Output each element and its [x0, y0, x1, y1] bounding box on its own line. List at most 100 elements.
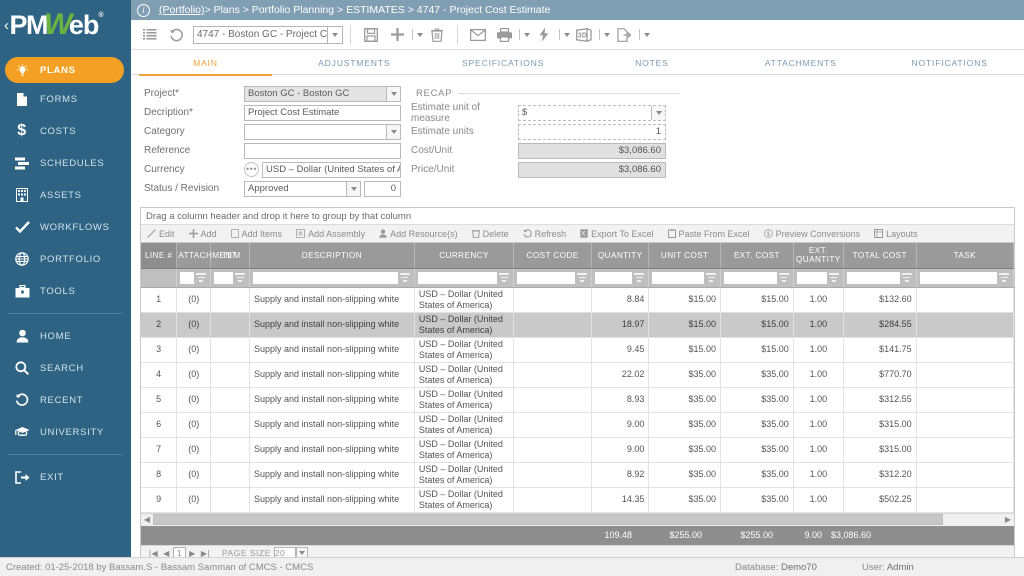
- cell-ext-quantity[interactable]: 1.00: [793, 287, 844, 313]
- cell-total-cost[interactable]: $770.70: [843, 362, 917, 388]
- filter-cell-description[interactable]: [249, 268, 415, 288]
- table-row[interactable]: 4 (0) Supply and install non-slipping whit…: [141, 362, 1015, 388]
- cell-line[interactable]: 8: [141, 462, 178, 488]
- cell-task[interactable]: [916, 487, 1015, 513]
- filter-input[interactable]: [253, 271, 398, 284]
- status-chevron-down-icon[interactable]: [346, 181, 360, 196]
- cell-task[interactable]: [916, 362, 1015, 388]
- filter-cell-item[interactable]: [210, 268, 251, 288]
- filter-cell-total-cost[interactable]: [843, 268, 917, 288]
- grid-preview-conversions-button[interactable]: $ Preview Conversions: [763, 229, 860, 239]
- column-header-cost-code[interactable]: COST CODE: [513, 243, 593, 269]
- cell-attachment[interactable]: (0): [176, 387, 212, 413]
- cell-task[interactable]: [916, 312, 1015, 338]
- cell-task[interactable]: [916, 337, 1015, 363]
- filter-icon[interactable]: [778, 272, 790, 283]
- cell-quantity[interactable]: 8.92: [591, 462, 650, 488]
- pmweb-logo[interactable]: ‹ PM Web ®: [0, 0, 131, 50]
- cell-description[interactable]: Supply and install non-slipping white: [249, 362, 415, 388]
- cell-unit-cost[interactable]: $35.00: [648, 487, 722, 513]
- filter-icon[interactable]: [577, 272, 588, 283]
- filter-cell-currency[interactable]: [414, 268, 515, 288]
- filter-icon[interactable]: [999, 272, 1010, 283]
- table-row[interactable]: 3 (0) Supply and install non-slipping whit…: [141, 337, 1015, 363]
- filter-cell-cost-code[interactable]: [513, 268, 593, 288]
- filter-input[interactable]: [517, 271, 576, 284]
- cell-attachment[interactable]: (0): [176, 412, 212, 438]
- cell-total-cost[interactable]: $141.75: [843, 337, 917, 363]
- sidebar-item-forms[interactable]: FORMS: [0, 83, 131, 115]
- cell-task[interactable]: [916, 437, 1015, 463]
- cell-unit-cost[interactable]: $15.00: [648, 337, 722, 363]
- filter-icon[interactable]: [901, 272, 913, 283]
- cell-total-cost[interactable]: $312.20: [843, 462, 917, 488]
- project-chevron-down-icon[interactable]: [386, 86, 400, 101]
- cell-total-cost[interactable]: $315.00: [843, 412, 917, 438]
- cell-line[interactable]: 2: [141, 312, 178, 338]
- sidebar-item-exit[interactable]: EXIT: [0, 461, 131, 493]
- tab-adjustments[interactable]: ADJUSTMENTS: [280, 50, 429, 75]
- cell-unit-cost[interactable]: $15.00: [648, 312, 722, 338]
- cell-description[interactable]: Supply and install non-slipping white: [249, 487, 415, 513]
- grid-refresh-button[interactable]: Refresh: [523, 229, 566, 239]
- cell-total-cost[interactable]: $132.60: [843, 287, 917, 313]
- cell-quantity[interactable]: 9.00: [591, 437, 650, 463]
- cell-quantity[interactable]: 9.00: [591, 412, 650, 438]
- filter-input[interactable]: [180, 271, 195, 284]
- filter-input[interactable]: [796, 271, 827, 284]
- column-header-ext-quantity[interactable]: EXT. QUANTITY: [793, 243, 844, 269]
- cell-ext-cost[interactable]: $35.00: [720, 487, 794, 513]
- cell-total-cost[interactable]: $315.00: [843, 437, 917, 463]
- cell-unit-cost[interactable]: $15.00: [648, 287, 722, 313]
- scrollbar-track[interactable]: [153, 514, 1002, 525]
- scrollbar-thumb[interactable]: [153, 514, 943, 525]
- save-icon[interactable]: [358, 22, 384, 48]
- cell-line[interactable]: 4: [141, 362, 178, 388]
- delete-icon[interactable]: [424, 22, 450, 48]
- history-icon[interactable]: [163, 22, 189, 48]
- grid-paste-excel-button[interactable]: Paste From Excel: [667, 229, 750, 239]
- cell-quantity[interactable]: 22.02: [591, 362, 650, 388]
- horizontal-scrollbar[interactable]: ◀ ▶: [141, 512, 1014, 526]
- tab-attachments[interactable]: ATTACHMENTS: [726, 50, 875, 75]
- cell-item[interactable]: [210, 387, 251, 413]
- cell-unit-cost[interactable]: $35.00: [648, 412, 722, 438]
- cell-quantity[interactable]: 9.45: [591, 337, 650, 363]
- export-dropdown-chevron-down-icon[interactable]: [642, 32, 651, 37]
- estimate-uom-field[interactable]: $: [518, 104, 666, 121]
- cell-currency[interactable]: USD – Dollar (United States of America): [414, 462, 515, 488]
- sidebar-item-plans[interactable]: PLANS: [5, 57, 124, 83]
- cell-item[interactable]: [210, 412, 251, 438]
- cell-ext-cost[interactable]: $35.00: [720, 412, 794, 438]
- cell-line[interactable]: 5: [141, 387, 178, 413]
- table-row[interactable]: 8 (0) Supply and install non-slipping whit…: [141, 462, 1015, 488]
- filter-input[interactable]: [214, 271, 234, 284]
- cell-ext-cost[interactable]: $35.00: [720, 437, 794, 463]
- cell-cost-code[interactable]: [513, 287, 593, 313]
- cell-item[interactable]: [210, 287, 251, 313]
- cell-line[interactable]: 6: [141, 412, 178, 438]
- three-d-dropdown-chevron-down-icon[interactable]: [602, 32, 611, 37]
- sidebar-item-assets[interactable]: ASSETS: [0, 179, 131, 211]
- cell-description[interactable]: Supply and install non-slipping white: [249, 462, 415, 488]
- filter-icon[interactable]: [235, 272, 246, 283]
- cell-currency[interactable]: USD – Dollar (United States of America): [414, 287, 515, 313]
- cell-cost-code[interactable]: [513, 462, 593, 488]
- cell-quantity[interactable]: 18.97: [591, 312, 650, 338]
- cell-currency[interactable]: USD – Dollar (United States of America): [414, 412, 515, 438]
- column-header-line[interactable]: LINE #: [141, 243, 178, 269]
- estimate-uom-chevron-down-icon[interactable]: [651, 105, 665, 120]
- cell-currency[interactable]: USD – Dollar (United States of America): [414, 387, 515, 413]
- info-icon[interactable]: i: [137, 3, 150, 17]
- cell-description[interactable]: Supply and install non-slipping white: [249, 337, 415, 363]
- add-icon[interactable]: [384, 22, 410, 48]
- cell-ext-cost[interactable]: $15.00: [720, 337, 794, 363]
- grid-delete-button[interactable]: Delete: [471, 229, 509, 239]
- grid-layouts-button[interactable]: Layouts: [874, 229, 918, 239]
- print-dropdown-chevron-down-icon[interactable]: [522, 32, 531, 37]
- cell-attachment[interactable]: (0): [176, 287, 212, 313]
- cell-item[interactable]: [210, 312, 251, 338]
- cell-task[interactable]: [916, 462, 1015, 488]
- filter-input[interactable]: [652, 271, 705, 284]
- cell-cost-code[interactable]: [513, 362, 593, 388]
